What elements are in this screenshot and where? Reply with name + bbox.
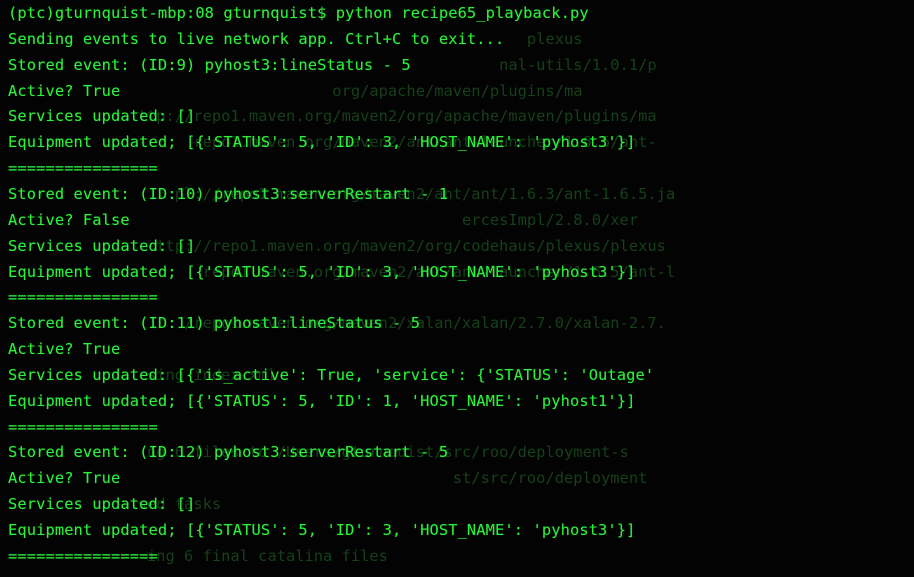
event-separator-line: ================ <box>8 288 158 307</box>
services-updated-line: Services updated: [] <box>8 107 196 126</box>
equipment-updated-line: Equipment updated; [{'STATUS': 5, 'ID': … <box>8 133 636 152</box>
stored-event-line: Stored event: (ID:10) pyhost3:serverRest… <box>8 184 449 203</box>
active-status-line: Active? True <box>8 81 121 100</box>
equipment-updated-line: Equipment updated; [{'STATUS': 5, 'ID': … <box>8 262 636 281</box>
stored-event-line: Stored event: (ID:11) pyhost1:lineStatus… <box>8 314 421 333</box>
services-updated-line: Services updated: [] <box>8 495 196 514</box>
terminal-output-line: Sending events to live network app. Ctrl… <box>8 29 505 48</box>
terminal-window[interactable]: plexus nal-utils/1.0.1/p org/apache/mave… <box>0 0 914 577</box>
active-status-line: Active? False <box>8 210 130 229</box>
active-status-line: Active? True <box>8 469 121 488</box>
terminal-output: (ptc)gturnquist-mbp:08 gturnquist$ pytho… <box>0 0 914 577</box>
event-separator-line: ================ <box>8 546 158 565</box>
services-updated-line: Services updated: [] <box>8 236 196 255</box>
stored-event-line: Stored event: (ID:12) pyhost3:serverRest… <box>8 443 449 462</box>
stored-event-line: Stored event: (ID:9) pyhost3:lineStatus … <box>8 55 411 74</box>
equipment-updated-line: Equipment updated; [{'STATUS': 5, 'ID': … <box>8 391 636 410</box>
active-status-line: Active? True <box>8 340 121 359</box>
services-updated-line: Services updated: [{'is_active': True, '… <box>8 365 655 384</box>
equipment-updated-line: Equipment updated; [{'STATUS': 5, 'ID': … <box>8 521 636 539</box>
event-separator-line: ================ <box>8 417 158 436</box>
event-separator-line: ================ <box>8 159 158 178</box>
shell-prompt-command: (ptc)gturnquist-mbp:08 gturnquist$ pytho… <box>8 4 589 22</box>
